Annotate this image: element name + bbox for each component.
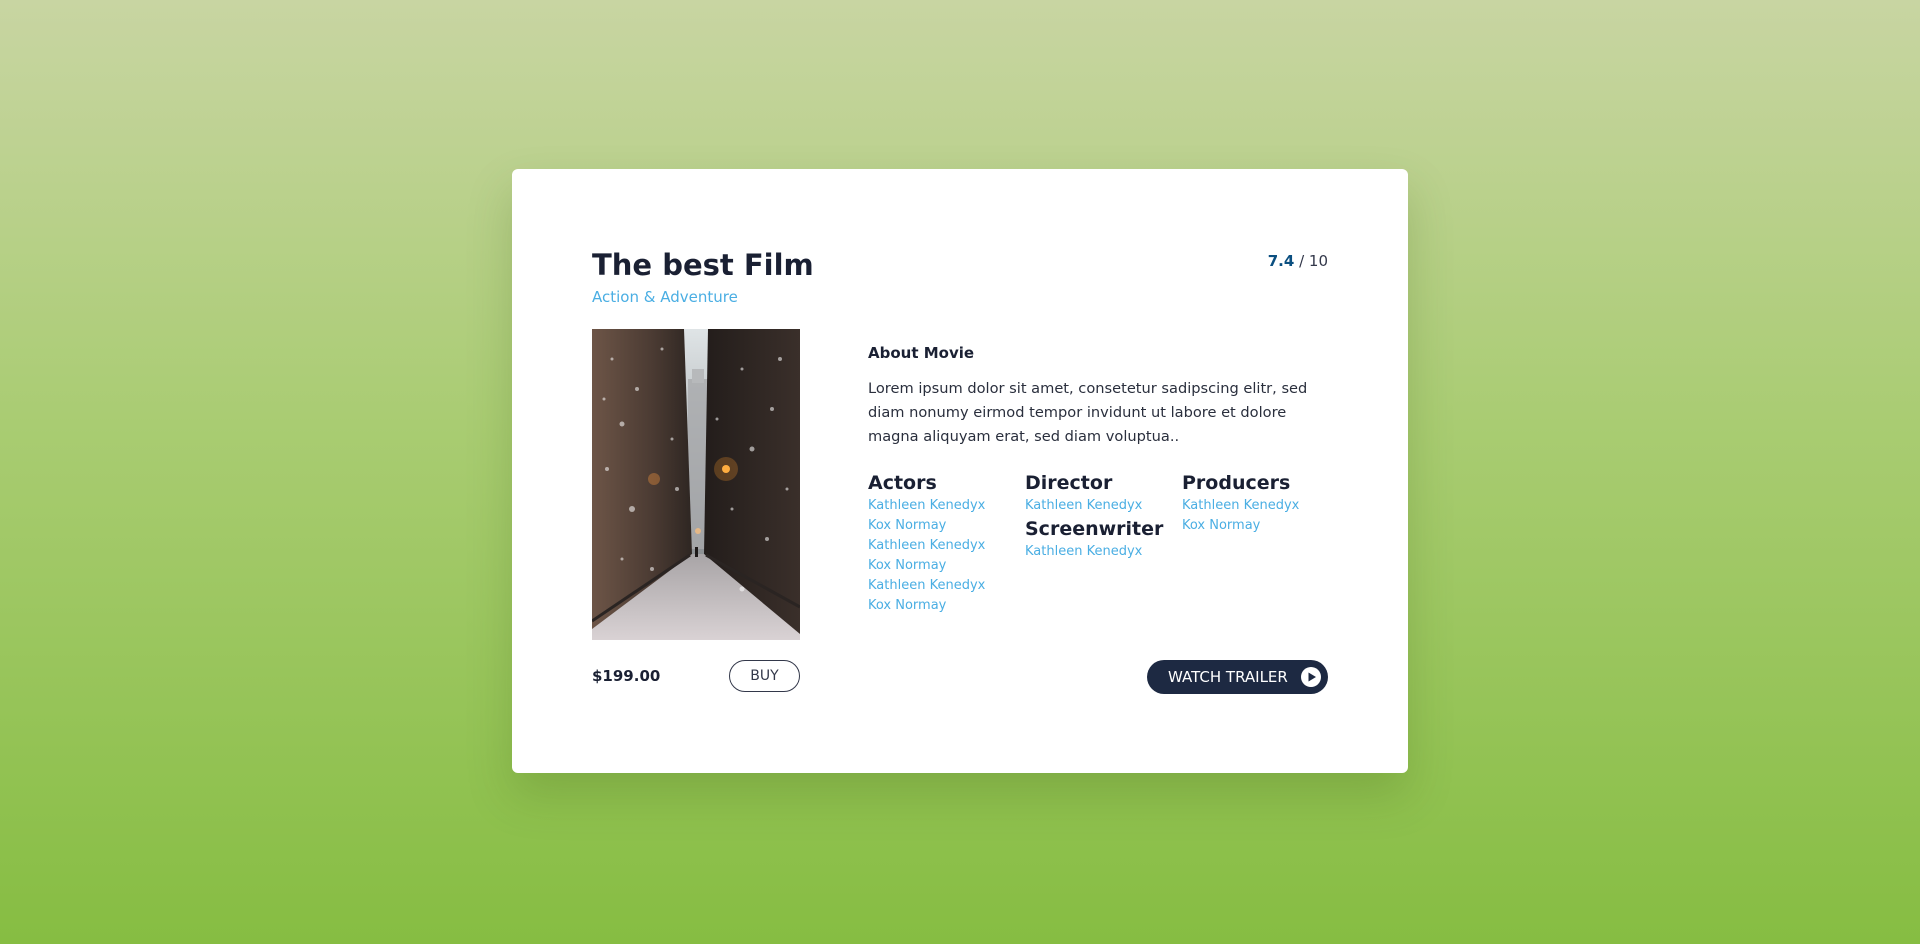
city-alley-snow-image (592, 329, 800, 640)
movie-card: The best Film Action & Adventure 7.4 / 1… (512, 169, 1408, 773)
rating-max: / 10 (1299, 252, 1328, 270)
producers-heading: Producers (1182, 472, 1291, 494)
watch-trailer-label: WATCH TRAILER (1168, 668, 1288, 686)
screenwriter-list: Kathleen Kenedyx (1025, 542, 1163, 562)
movie-title: The best Film (592, 248, 814, 282)
play-circle-icon (1300, 666, 1322, 688)
about-section: About Movie Lorem ipsum dolor sit amet, … (868, 344, 1330, 449)
producer-name[interactable]: Kathleen Kenedyx (1182, 496, 1299, 516)
actor-name[interactable]: Kox Normay (868, 516, 985, 536)
about-text: Lorem ipsum dolor sit amet, consetetur s… (868, 380, 1308, 445)
movie-rating: 7.4 / 10 (1268, 252, 1328, 270)
producers-column: Producers Kathleen Kenedyx Kox Normay (1182, 470, 1299, 536)
actor-name[interactable]: Kox Normay (868, 556, 985, 576)
watch-trailer-button[interactable]: WATCH TRAILER (1147, 660, 1328, 694)
producers-list: Kathleen Kenedyx Kox Normay (1182, 496, 1299, 536)
movie-genre: Action & Adventure (592, 288, 738, 306)
about-heading: About Movie (868, 344, 975, 362)
actor-name[interactable]: Kox Normay (868, 596, 985, 616)
screenwriter-name[interactable]: Kathleen Kenedyx (1025, 542, 1163, 562)
screenwriter-heading: Screenwriter (1025, 518, 1164, 540)
movie-price: $199.00 (592, 667, 661, 685)
director-name[interactable]: Kathleen Kenedyx (1025, 496, 1163, 516)
actors-column: Actors Kathleen Kenedyx Kox Normay Kathl… (868, 470, 985, 616)
actors-heading: Actors (868, 472, 937, 494)
movie-poster (592, 329, 800, 640)
actor-name[interactable]: Kathleen Kenedyx (868, 496, 985, 516)
credits-section: Actors Kathleen Kenedyx Kox Normay Kathl… (868, 470, 1338, 620)
buy-button[interactable]: BUY (729, 660, 800, 692)
director-heading: Director (1025, 472, 1113, 494)
actor-name[interactable]: Kathleen Kenedyx (868, 536, 985, 556)
producer-name[interactable]: Kox Normay (1182, 516, 1299, 536)
director-column: Director Kathleen Kenedyx Screenwriter K… (1025, 470, 1163, 562)
actor-name[interactable]: Kathleen Kenedyx (868, 576, 985, 596)
actors-list: Kathleen Kenedyx Kox Normay Kathleen Ken… (868, 496, 985, 616)
rating-score: 7.4 (1267, 252, 1295, 270)
director-list: Kathleen Kenedyx (1025, 496, 1163, 516)
